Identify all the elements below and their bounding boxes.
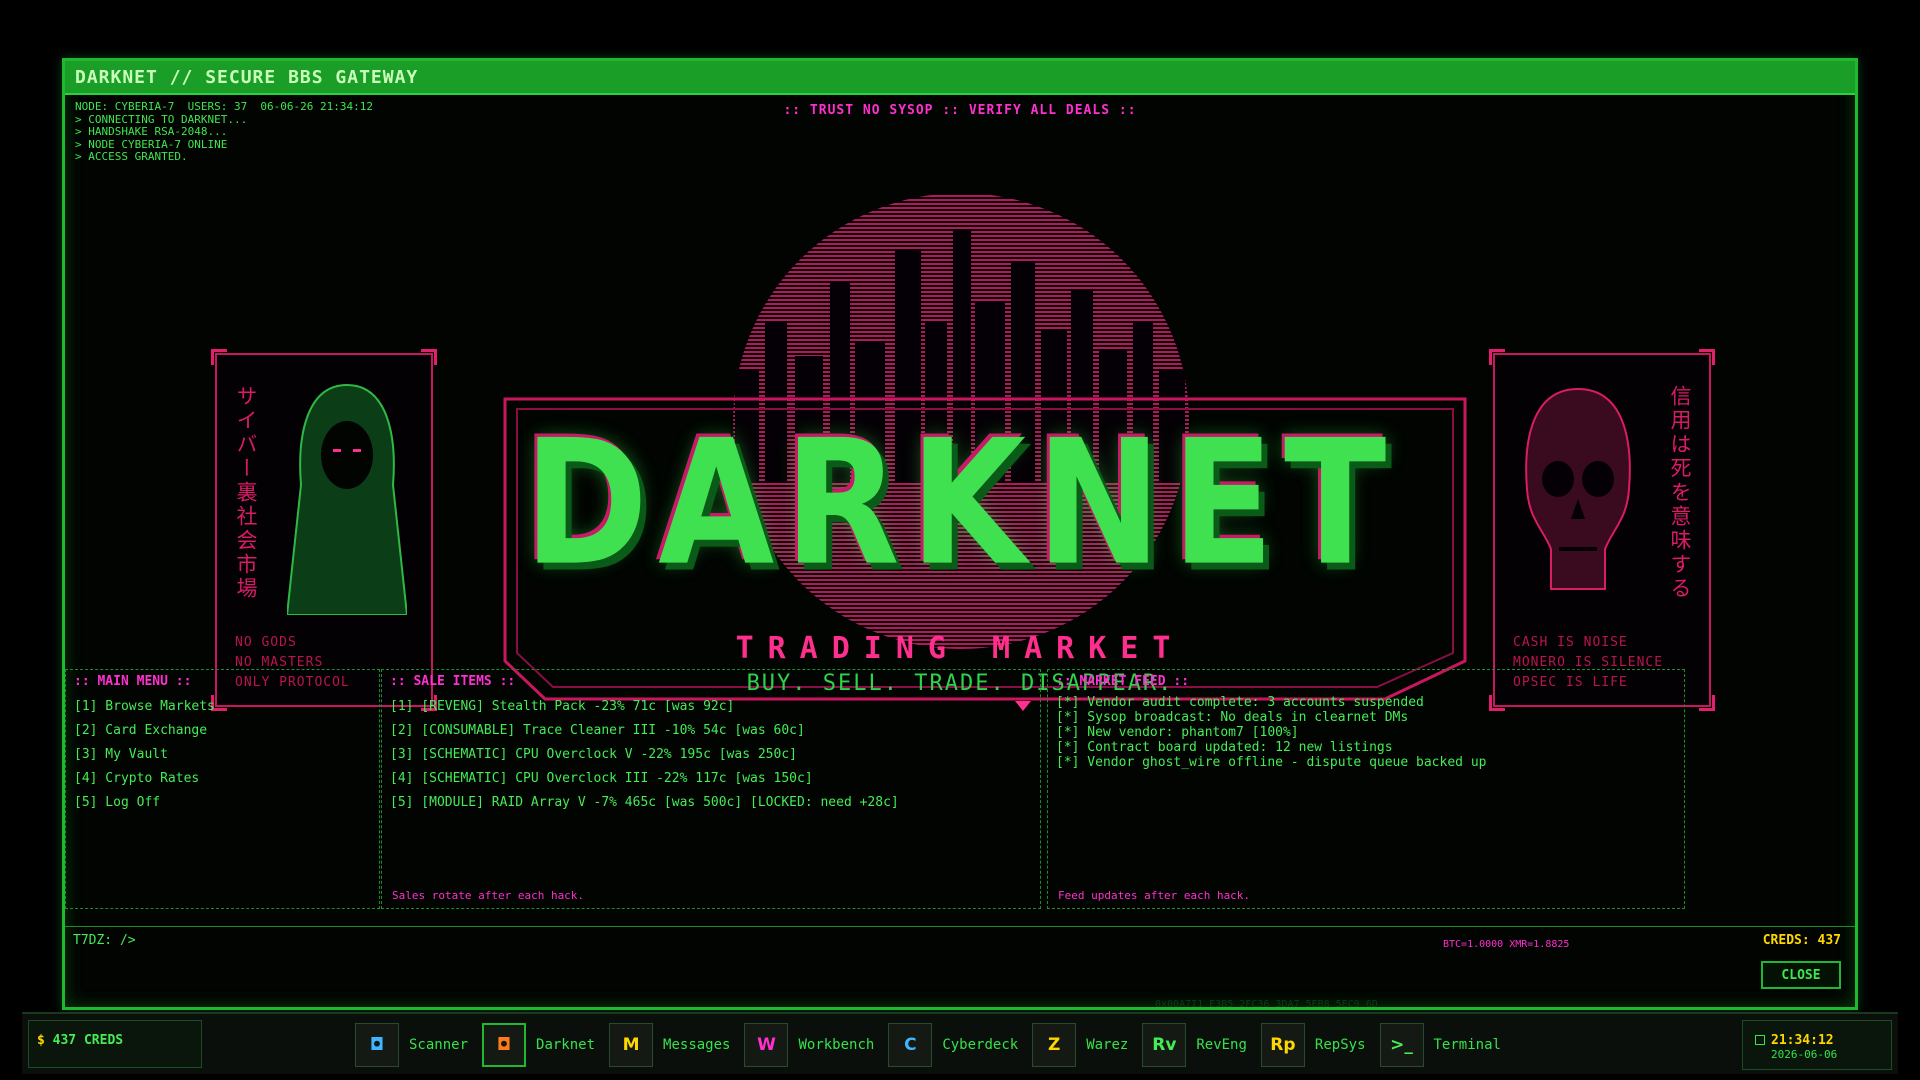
feed-item: [*] Contract board updated: 12 new listi… <box>1056 740 1393 755</box>
main-menu-title: :: MAIN MENU :: <box>74 674 192 689</box>
market-feed-pane: :: MARKET FEED :: [*] Vendor audit compl… <box>1047 669 1685 909</box>
taskbar-app-label: Messages <box>663 1037 731 1053</box>
sale-item[interactable]: [4] [SCHEMATIC] CPU Overclock III -22% 1… <box>390 767 1032 791</box>
menu-item-crypto-rates[interactable]: [4] Crypto Rates <box>74 767 371 791</box>
dollar-icon: $ <box>37 1033 45 1048</box>
taskbar-app-label: Darknet <box>536 1037 596 1053</box>
taskbar-creds[interactable]: $ 437 CREDS <box>28 1020 202 1068</box>
clock-checkbox-icon <box>1755 1034 1765 1045</box>
main-menu-pane: :: MAIN MENU :: [1] Browse Markets [2] C… <box>65 669 380 909</box>
scanner-icon[interactable]: ◘ <box>355 1023 399 1067</box>
crypto-rates-readout: BTC=1.0000 XMR=1.8825 <box>1443 939 1570 950</box>
taskbar-app-label: RevEng <box>1196 1037 1247 1053</box>
session-hash: 0x00A7I1 E3B5 2FC36 3DA7 5EB8 5EC9 6D <box>1155 999 1378 1010</box>
feed-footer: Feed updates after each hack. <box>1058 889 1251 902</box>
menu-item-card-exchange[interactable]: [2] Card Exchange <box>74 719 371 743</box>
feed-item: [*] Sysop broadcast: No deals in clearne… <box>1056 710 1409 725</box>
taskbar-app-warez[interactable]: Z Warez <box>1032 1022 1136 1068</box>
darknet-logo-banner: サイバー裏社会市場 NO GODS NO MASTERS ONLY PROTOC… <box>65 131 1855 721</box>
taskbar-app-scanner[interactable]: ◘ Scanner <box>355 1022 476 1068</box>
clock-date: 2026-06-06 <box>1771 1048 1838 1061</box>
logo-subtitle: TRADING MARKET <box>735 631 1185 666</box>
sale-footer: Sales rotate after each hack. <box>392 889 585 902</box>
reveng-icon[interactable]: Rv <box>1142 1023 1187 1067</box>
taskbar-creds-label: 437 CREDS <box>52 1033 124 1048</box>
taskbar-apps: ◘ Scanner ◘ Darknet M Messages W Workbench C Cybe… <box>355 1022 1515 1068</box>
prompt-divider <box>65 926 1855 927</box>
sale-item[interactable]: [3] [SCHEMATIC] CPU Overclock V -22% 195… <box>390 743 1032 767</box>
taskbar-app-label: Warez <box>1086 1037 1129 1053</box>
sale-item[interactable]: [5] [MODULE] RAID Array V -7% 465c [was … <box>390 791 1032 815</box>
feed-item: [*] Vendor audit complete: 3 accounts su… <box>1056 695 1424 710</box>
taskbar-app-label: Terminal <box>1433 1037 1501 1053</box>
feed-item: [*] Vendor ghost_wire offline - dispute … <box>1056 755 1487 770</box>
warez-icon[interactable]: Z <box>1032 1023 1077 1067</box>
darknet-icon[interactable]: ◘ <box>482 1023 527 1067</box>
window-title[interactable]: DARKNET // SECURE BBS GATEWAY <box>65 61 1855 95</box>
darknet-window: DARKNET // SECURE BBS GATEWAY NODE: CYBE… <box>62 58 1858 1010</box>
creds-counter: CREDS: 437 <box>1762 933 1841 948</box>
taskbar-app-label: RepSys <box>1314 1037 1366 1053</box>
taskbar-app-terminal[interactable]: >_ Terminal <box>1379 1022 1509 1068</box>
cyberdeck-icon[interactable]: C <box>888 1023 933 1067</box>
menu-item-log-off[interactable]: [5] Log Off <box>74 791 371 815</box>
taskbar-app-repsys[interactable]: Rp RepSys <box>1260 1022 1374 1068</box>
menu-item-my-vault[interactable]: [3] My Vault <box>74 743 371 767</box>
repsys-icon[interactable]: Rp <box>1260 1023 1305 1067</box>
motto-banner: :: TRUST NO SYSOP :: VERIFY ALL DEALS :: <box>783 103 1137 118</box>
menu-item-browse-markets[interactable]: [1] Browse Markets <box>74 695 371 719</box>
taskbar-app-cyberdeck[interactable]: C Cyberdeck <box>888 1022 1026 1068</box>
taskbar: $ 437 CREDS ◘ Scanner ◘ Darknet M Messages W Wo… <box>22 1012 1898 1074</box>
darknet-logo: DARKNET <box>523 403 1397 605</box>
market-feed-title: :: MARKET FEED :: <box>1056 674 1190 689</box>
workbench-icon[interactable]: W <box>744 1023 789 1067</box>
sale-item[interactable]: [1] [REVENG] Stealth Pack -23% 71c [was … <box>390 695 1032 719</box>
taskbar-app-darknet[interactable]: ◘ Darknet <box>482 1022 603 1068</box>
taskbar-app-reveng[interactable]: Rv RevEng <box>1142 1022 1255 1068</box>
taskbar-app-label: Workbench <box>798 1037 875 1053</box>
taskbar-app-label: Cyberdeck <box>942 1037 1019 1053</box>
taskbar-app-label: Scanner <box>409 1037 469 1053</box>
feed-item: [*] New vendor: phantom7 [100%] <box>1056 725 1299 740</box>
taskbar-app-workbench[interactable]: W Workbench <box>744 1022 882 1068</box>
sale-item[interactable]: [2] [CONSUMABLE] Trace Cleaner III -10% … <box>390 719 1032 743</box>
command-prompt[interactable]: T7DZ: /> <box>73 933 136 948</box>
close-button[interactable]: CLOSE <box>1761 961 1841 989</box>
messages-icon[interactable]: M <box>609 1023 654 1067</box>
taskbar-app-messages[interactable]: M Messages <box>609 1022 738 1068</box>
terminal-icon[interactable]: >_ <box>1379 1023 1424 1067</box>
taskbar-clock[interactable]: 21:34:12 2026-06-06 <box>1742 1020 1892 1070</box>
clock-time: 21:34:12 <box>1771 1033 1834 1048</box>
sale-items-pane: :: SALE ITEMS :: [1] [REVENG] Stealth Pa… <box>381 669 1041 909</box>
sale-items-title: :: SALE ITEMS :: <box>390 674 516 689</box>
